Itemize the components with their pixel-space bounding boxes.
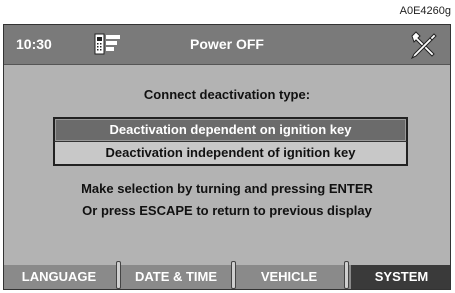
tab-date-time[interactable]: DATE & TIME [122, 265, 230, 289]
prompt-text: Connect deactivation type: [143, 87, 311, 102]
instruction-line-2: Or press ESCAPE to return to previous di… [82, 203, 372, 218]
option-independent-ignition[interactable]: Deactivation independent of ignition key [53, 141, 408, 166]
display-screen: 10:30 Power OFF Connect deactivation typ… [3, 24, 451, 290]
option-list: Deactivation dependent on ignition key D… [53, 117, 408, 166]
tab-bar: LANGUAGE DATE & TIME VEHICLE SYSTEM [4, 261, 450, 289]
instruction-line-1: Make selection by turning and pressing E… [81, 181, 373, 196]
header-divider [4, 64, 450, 65]
tab-vehicle[interactable]: VEHICLE [237, 265, 341, 289]
tools-icon [410, 31, 437, 60]
tab-language[interactable]: LANGUAGE [4, 265, 114, 289]
tab-separator [231, 261, 236, 289]
header-bar: 10:30 Power OFF [4, 25, 450, 64]
tab-system[interactable]: SYSTEM [351, 265, 450, 289]
option-dependent-ignition[interactable]: Deactivation dependent on ignition key [53, 117, 408, 141]
screen-title: Power OFF [190, 36, 264, 52]
reference-code: A0E4260g [399, 5, 451, 17]
tab-separator [344, 261, 349, 289]
tab-separator [116, 261, 121, 289]
